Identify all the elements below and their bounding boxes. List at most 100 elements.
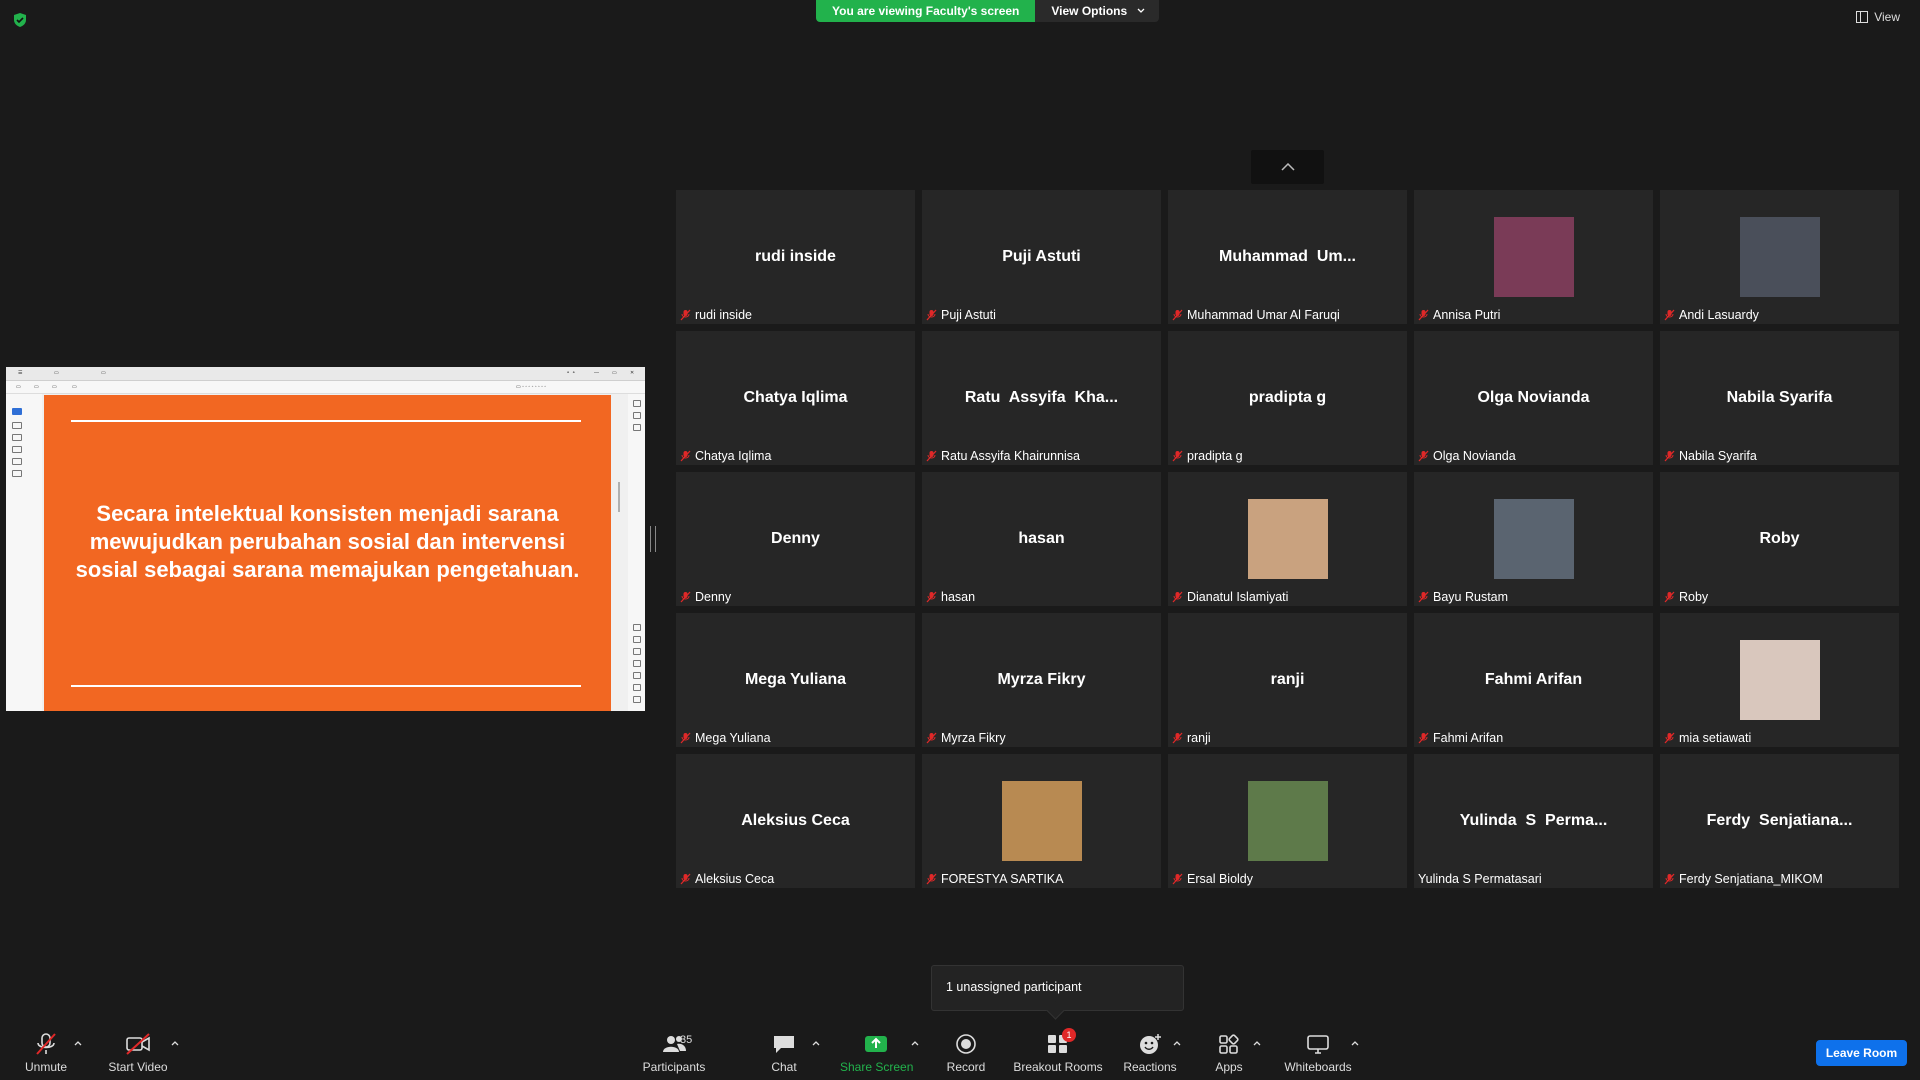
view-button[interactable]: View [1856, 10, 1900, 24]
microphone-muted-icon [926, 309, 937, 321]
participant-tile[interactable]: mia setiawati [1660, 613, 1899, 747]
participant-tile[interactable]: hasan hasan [922, 472, 1161, 606]
participants-label: Participants [642, 1060, 706, 1074]
participant-name: Olga Novianda [1433, 449, 1516, 463]
participant-tile[interactable]: Yulinda S Perma... Yulinda S Permatasari [1414, 754, 1653, 888]
microphone-muted-icon [1664, 873, 1675, 885]
participant-name: Yulinda S Permatasari [1418, 872, 1542, 886]
participant-name: Ersal Bioldy [1187, 872, 1253, 886]
microphone-muted-icon [1172, 732, 1183, 744]
record-button[interactable]: Record [944, 1032, 988, 1074]
microphone-muted-icon [1172, 873, 1183, 885]
participant-photo [1494, 499, 1574, 579]
participant-display-name: Fahmi Arifan [1484, 671, 1583, 688]
participant-name-label: Annisa Putri [1418, 308, 1500, 322]
microphone-muted-icon [1418, 732, 1429, 744]
participants-button[interactable]: 35 Participants [640, 1032, 708, 1074]
participant-tile[interactable]: Muhammad Um... Muhammad Umar Al Faruqi [1168, 190, 1407, 324]
participant-name: Andi Lasuardy [1679, 308, 1759, 322]
pdf-right-toolbar [628, 394, 645, 711]
participant-photo [1740, 640, 1820, 720]
record-label: Record [946, 1060, 986, 1074]
participant-photo [1740, 217, 1820, 297]
participant-tile[interactable]: Ratu Assyifa Kha... Ratu Assyifa Khairunn… [922, 331, 1161, 465]
participant-name-label: hasan [926, 590, 975, 604]
participant-tile[interactable]: Bayu Rustam [1414, 472, 1653, 606]
start-video-button[interactable]: Start Video [106, 1032, 170, 1074]
gallery-collapse-button[interactable] [1251, 150, 1324, 184]
participant-tile[interactable]: rudi inside rudi inside [676, 190, 915, 324]
participant-name-label: Ferdy Senjatiana_MIKOM [1664, 872, 1823, 886]
participant-tile[interactable]: Puji Astuti Puji Astuti [922, 190, 1161, 324]
whiteboards-button[interactable]: Whiteboards [1284, 1032, 1352, 1074]
participant-tile[interactable]: Ersal Bioldy [1168, 754, 1407, 888]
participant-tile[interactable]: Olga Novianda Olga Novianda [1414, 331, 1653, 465]
participant-tile[interactable]: Chatya Iqlima Chatya Iqlima [676, 331, 915, 465]
chevron-down-icon [1137, 8, 1145, 13]
meeting-toolbar: Unmute Start Video 35 Participants Chat [0, 1020, 1920, 1080]
participant-name-label: mia setiawati [1664, 731, 1751, 745]
microphone-muted-icon [1418, 591, 1429, 603]
participant-tile[interactable]: Annisa Putri [1414, 190, 1653, 324]
microphone-muted-icon [1172, 309, 1183, 321]
chat-button[interactable]: Chat [768, 1032, 800, 1074]
whiteboards-options-caret-icon[interactable] [1350, 1038, 1360, 1048]
participant-name-label: Roby [1664, 590, 1708, 604]
shared-screen: ☰ ▭ ▭ ⚬ ⚬ — ▭ ✕ ▭ ▭ ▭ ▭ ▭ ◦ ◦ ◦ ◦ ◦ ◦ ◦ ◦ Secara… [6, 367, 645, 711]
participant-name: Annisa Putri [1433, 308, 1501, 322]
video-options-caret-icon[interactable] [170, 1038, 180, 1048]
participant-tile[interactable]: Fahmi Arifan Fahmi Arifan [1414, 613, 1653, 747]
participant-display-name: pradipta g [1248, 389, 1327, 406]
participant-photo [1002, 781, 1082, 861]
apps-label: Apps [1215, 1060, 1243, 1074]
participant-name: Fahmi Arifan [1433, 731, 1504, 745]
leave-room-button[interactable]: Leave Room [1816, 1040, 1907, 1066]
tooltip-text: 1 unassigned participant [946, 980, 1082, 994]
participant-tile[interactable]: Dianatul Islamiyati [1168, 472, 1407, 606]
participant-tile[interactable]: Aleksius Ceca Aleksius Ceca [676, 754, 915, 888]
pdf-scrollbar [618, 482, 620, 512]
participant-tile[interactable]: Roby Roby [1660, 472, 1899, 606]
participant-name-label: Nabila Syarifa [1664, 449, 1757, 463]
unmute-button[interactable]: Unmute [22, 1032, 70, 1074]
apps-button[interactable]: Apps [1213, 1032, 1245, 1074]
participant-display-name: rudi inside [755, 248, 836, 265]
share-screen-icon [865, 1036, 887, 1052]
unassigned-participant-tooltip: 1 unassigned participant [931, 965, 1184, 1020]
apps-icon [1219, 1034, 1239, 1054]
participant-tile[interactable]: pradipta g pradipta g [1168, 331, 1407, 465]
participant-tile[interactable]: Andi Lasuardy [1660, 190, 1899, 324]
reactions-options-caret-icon[interactable] [1172, 1038, 1182, 1048]
participant-display-name: Mega Yuliana [744, 671, 847, 688]
participant-tile[interactable]: Ferdy Senjatiana... Ferdy Senjatiana_MIKO… [1660, 754, 1899, 888]
view-label: View [1874, 10, 1900, 24]
participant-name-label: FORESTYA SARTIKA [926, 872, 1064, 886]
view-options-button[interactable]: View Options [1035, 0, 1160, 22]
split-view-divider[interactable] [650, 526, 656, 552]
participant-name: Ferdy Senjatiana_MIKOM [1679, 872, 1823, 886]
reactions-button[interactable]: Reactions [1122, 1032, 1178, 1074]
participant-name-label: Ratu Assyifa Khairunnisa [926, 449, 1080, 463]
participant-tile[interactable]: FORESTYA SARTIKA [922, 754, 1161, 888]
breakout-rooms-badge: 1 [1062, 1028, 1076, 1042]
participant-display-name: Puji Astuti [1002, 248, 1081, 265]
encryption-shield-icon[interactable] [12, 12, 28, 28]
participant-tile[interactable]: Denny Denny [676, 472, 915, 606]
share-screen-button[interactable]: Share Screen [840, 1032, 913, 1074]
participant-name: Chatya Iqlima [695, 449, 772, 463]
apps-options-caret-icon[interactable] [1252, 1038, 1262, 1048]
pdf-menu-bar: ▭ ▭ ▭ ▭ ▭ ◦ ◦ ◦ ◦ ◦ ◦ ◦ ◦ [6, 381, 645, 394]
microphone-muted-icon [680, 450, 691, 462]
microphone-muted-icon [1172, 591, 1183, 603]
audio-options-caret-icon[interactable] [73, 1038, 83, 1048]
participant-tile[interactable]: Mega Yuliana Mega Yuliana [676, 613, 915, 747]
participant-display-name: Ferdy Senjatiana... [1706, 812, 1853, 829]
microphone-muted-icon [1418, 450, 1429, 462]
share-options-caret-icon[interactable] [910, 1038, 920, 1048]
breakout-rooms-button[interactable]: 1 Breakout Rooms [1012, 1028, 1104, 1074]
participant-display-name: Ratu Assyifa Kha... [964, 389, 1119, 406]
participant-tile[interactable]: ranji ranji [1168, 613, 1407, 747]
participant-tile[interactable]: Nabila Syarifa Nabila Syarifa [1660, 331, 1899, 465]
chat-options-caret-icon[interactable] [811, 1038, 821, 1048]
participant-tile[interactable]: Myrza Fikry Myrza Fikry [922, 613, 1161, 747]
